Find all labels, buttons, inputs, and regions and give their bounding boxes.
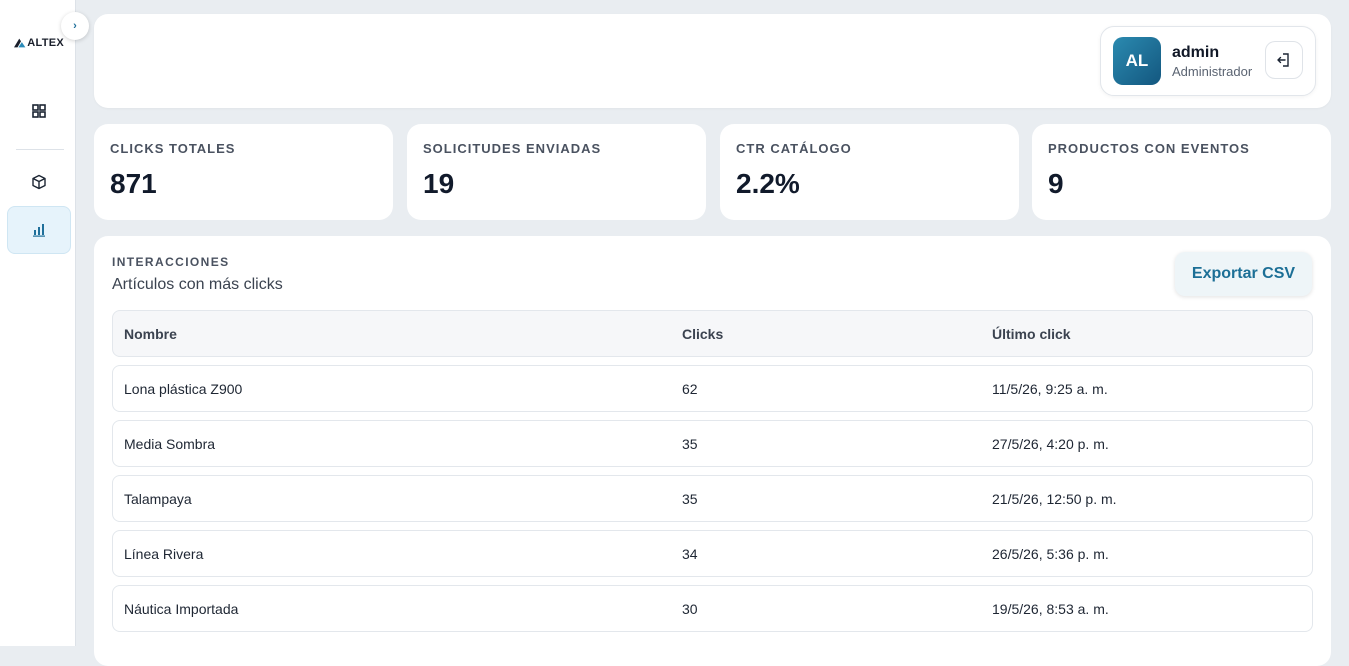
logo-mark-icon xyxy=(14,38,26,48)
stat-card-ctr: CTR CATÁLOGO 2.2% xyxy=(720,124,1019,220)
logo-text: ALTEX xyxy=(27,37,64,49)
cell-name: Talampaya xyxy=(124,491,192,507)
grid-icon xyxy=(32,104,46,118)
column-header-last-click[interactable]: Último click xyxy=(992,326,1071,342)
box-icon xyxy=(32,174,46,190)
cell-last-click: 26/5/26, 5:36 p. m. xyxy=(992,546,1109,562)
sidebar-collapse-button[interactable]: › xyxy=(61,12,89,40)
cell-last-click: 11/5/26, 9:25 a. m. xyxy=(992,381,1108,397)
section-eyebrow: INTERACCIONES xyxy=(112,255,230,269)
stat-label: CTR CATÁLOGO xyxy=(736,141,852,156)
table-row[interactable]: Lona plástica Z900 62 11/5/26, 9:25 a. m… xyxy=(112,365,1313,412)
table-header: Nombre Clicks Último click xyxy=(112,310,1313,357)
stat-label: PRODUCTOS CON EVENTOS xyxy=(1048,141,1250,156)
cell-name: Línea Rivera xyxy=(124,546,204,562)
altex-logo[interactable]: ALTEX xyxy=(14,36,64,50)
logout-icon xyxy=(1277,53,1289,67)
export-csv-button[interactable]: Exportar CSV xyxy=(1175,252,1312,296)
column-header-clicks[interactable]: Clicks xyxy=(682,326,723,342)
table-row[interactable]: Talampaya 35 21/5/26, 12:50 p. m. xyxy=(112,475,1313,522)
stat-value: 2.2% xyxy=(736,168,800,199)
sidebar-divider xyxy=(16,149,64,150)
section-title: Artículos con más clicks xyxy=(112,276,283,293)
cell-clicks: 30 xyxy=(682,601,698,617)
stat-card-products: PRODUCTOS CON EVENTOS 9 xyxy=(1032,124,1331,220)
user-menu: AL admin Administrador xyxy=(1100,26,1316,96)
sidebar-item-products[interactable] xyxy=(7,158,71,206)
sidebar-item-analytics[interactable] xyxy=(7,206,71,254)
table-row[interactable]: Media Sombra 35 27/5/26, 4:20 p. m. xyxy=(112,420,1313,467)
stat-value: 871 xyxy=(110,168,157,199)
bar-chart-icon xyxy=(33,224,45,237)
table-row[interactable]: Línea Rivera 34 26/5/26, 5:36 p. m. xyxy=(112,530,1313,577)
cell-last-click: 21/5/26, 12:50 p. m. xyxy=(992,491,1117,507)
table-row[interactable]: Náutica Importada 30 19/5/26, 8:53 a. m. xyxy=(112,585,1313,632)
cell-clicks: 34 xyxy=(682,546,698,562)
cell-name: Náutica Importada xyxy=(124,601,239,617)
cell-name: Lona plástica Z900 xyxy=(124,381,243,397)
cell-clicks: 35 xyxy=(682,491,698,507)
chevron-icon: › xyxy=(73,20,77,32)
stat-value: 19 xyxy=(423,168,455,199)
sidebar: ALTEX xyxy=(0,0,76,646)
stat-value: 9 xyxy=(1048,168,1064,199)
user-name: admin xyxy=(1172,44,1220,61)
column-header-name[interactable]: Nombre xyxy=(124,326,177,342)
user-role: Administrador xyxy=(1172,64,1253,79)
logout-button[interactable] xyxy=(1265,41,1303,79)
sidebar-item-dashboard[interactable] xyxy=(7,87,71,135)
stat-card-requests: SOLICITUDES ENVIADAS 19 xyxy=(407,124,706,220)
cell-clicks: 35 xyxy=(682,436,698,452)
stat-label: CLICKS TOTALES xyxy=(110,141,236,156)
avatar[interactable]: AL xyxy=(1113,37,1161,85)
cell-last-click: 19/5/26, 8:53 a. m. xyxy=(992,601,1109,617)
cell-name: Media Sombra xyxy=(124,436,216,452)
interactions-panel: INTERACCIONES Artículos con más clicks E… xyxy=(94,236,1331,666)
cell-last-click: 27/5/26, 4:20 p. m. xyxy=(992,436,1109,452)
stat-label: SOLICITUDES ENVIADAS xyxy=(423,141,602,156)
stat-card-clicks: CLICKS TOTALES 871 xyxy=(94,124,393,220)
cell-clicks: 62 xyxy=(682,381,698,397)
